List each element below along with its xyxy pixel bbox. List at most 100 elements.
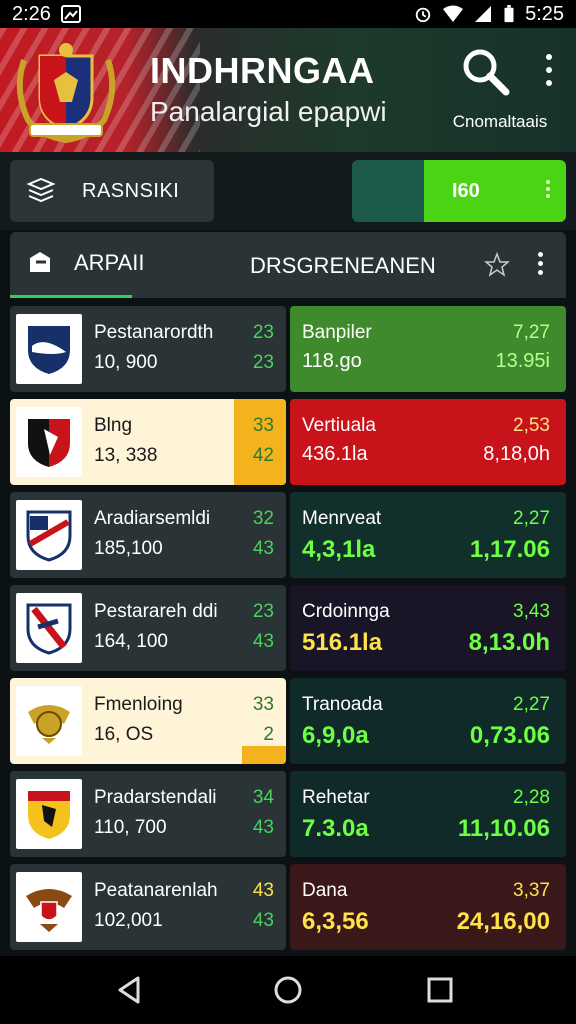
search-icon[interactable] xyxy=(460,46,512,98)
detail-value: 4,3,1la xyxy=(302,536,376,563)
list-item[interactable]: Fmenloing 16, OS 33 2 Tranoada 6,9,0a 2,… xyxy=(0,678,576,764)
detail-card[interactable]: Tranoada 6,9,0a 2,27 0,73.06 xyxy=(290,678,566,764)
detail-card[interactable]: Dana 6,3,56 3,37 24,16,00 xyxy=(290,864,566,950)
detail-percent: 2,27 xyxy=(513,508,550,529)
list-item[interactable]: Pestarareh ddi 164, 100 23 43 Crdoinnga … xyxy=(0,585,576,671)
battery-icon xyxy=(504,5,514,23)
score-pill-dark-segment xyxy=(352,160,424,222)
team-logo xyxy=(16,500,82,570)
highlight-band xyxy=(242,746,286,764)
team-count: 164, 100 xyxy=(94,631,168,652)
detail-card[interactable]: Banpiler 118.go 7,27 13.95i xyxy=(290,306,566,392)
status-bar: 2:26 5:25 xyxy=(0,0,576,28)
filter-button[interactable]: RASNSIKI xyxy=(10,160,214,222)
team-stat-2: 2 xyxy=(263,724,274,745)
team-stat-1: 43 xyxy=(252,880,274,901)
team-stat-2: 42 xyxy=(252,445,274,466)
active-tab-indicator xyxy=(10,295,132,298)
list-item[interactable]: Aradiarsemldi 185,100 32 43 Menrveat 4,3… xyxy=(0,492,576,578)
detail-card[interactable]: Vertiuala 436.1la 2,53 8,18,0h xyxy=(290,399,566,485)
team-logo xyxy=(16,593,82,663)
wifi-icon xyxy=(443,5,464,22)
team-card[interactable]: Pradarstendali 110, 700 34 43 xyxy=(10,771,286,857)
status-time-left: 2:26 xyxy=(12,2,51,25)
tab-drsgreneanen[interactable]: DRSGRENEANEN xyxy=(250,253,436,279)
detail-value: 516.1la xyxy=(302,629,383,656)
detail-card[interactable]: Menrveat 4,3,1la 2,27 1,17.06 xyxy=(290,492,566,578)
list-item[interactable]: Peatanarenlah 102,001 43 43 Dana 6,3,56 … xyxy=(0,864,576,950)
detail-value: 436.1la xyxy=(302,443,368,465)
detail-percent: 3,37 xyxy=(513,880,550,901)
app-title: INDHRNGAA xyxy=(150,50,375,91)
list-item[interactable]: Pestanarordth 10, 900 23 23 Banpiler 118… xyxy=(0,306,576,392)
detail-value: 6,3,56 xyxy=(302,908,369,935)
tab-bar: ARPAII DRSGRENEANEN xyxy=(10,232,566,298)
score-pill[interactable]: I60 xyxy=(352,160,566,222)
detail-total: 24,16,00 xyxy=(456,908,550,935)
back-icon[interactable] xyxy=(114,974,146,1006)
detail-total: 8,13.0h xyxy=(468,629,550,656)
list-item[interactable]: Blng 13, 338 33 42 Vertiuala 436.1la 2,5… xyxy=(0,399,576,485)
team-card[interactable]: Fmenloing 16, OS 33 2 xyxy=(10,678,286,764)
team-card[interactable]: Peatanarenlah 102,001 43 43 xyxy=(10,864,286,950)
detail-percent: 3,43 xyxy=(513,601,550,622)
crest-logo-icon xyxy=(16,43,116,144)
team-stat-2: 43 xyxy=(252,631,274,652)
home-icon[interactable] xyxy=(272,974,304,1006)
score-pill-value-segment: I60 xyxy=(424,160,566,222)
garuda-emblem-icon xyxy=(28,705,70,744)
team-card[interactable]: Aradiarsemldi 185,100 32 43 xyxy=(10,492,286,578)
team-count: 16, OS xyxy=(94,724,154,745)
list-item[interactable]: Pradarstendali 110, 700 34 43 Rehetar 7.… xyxy=(0,771,576,857)
detail-card[interactable]: Crdoinnga 516.1la 3,43 8,13.0h xyxy=(290,585,566,671)
team-name: Fmenloing xyxy=(94,694,183,715)
app-header: INDHRNGAA Panalargial epapwi Cnomaltaais xyxy=(0,28,576,152)
highlight-band xyxy=(234,399,286,485)
star-icon[interactable] xyxy=(484,252,510,278)
signal-icon xyxy=(475,6,492,22)
team-stat-1: 23 xyxy=(252,601,274,622)
overflow-menu-button[interactable] xyxy=(536,50,562,90)
tab-arpaii-label: ARPAII xyxy=(74,250,145,275)
score-value: I60 xyxy=(452,179,480,202)
team-stat-1: 34 xyxy=(252,787,274,808)
score-more-icon[interactable] xyxy=(546,180,550,198)
garuda-emblem-icon xyxy=(26,889,72,932)
layers-icon xyxy=(26,178,56,203)
detail-name: Crdoinnga xyxy=(302,601,390,622)
app-subtitle: Panalargial epapwi xyxy=(150,96,387,127)
team-card[interactable]: Pestanarordth 10, 900 23 23 xyxy=(10,306,286,392)
team-stat-2: 43 xyxy=(252,538,274,559)
detail-card[interactable]: Rehetar 7.3.0a 2,28 11,10.06 xyxy=(290,771,566,857)
filter-label: RASNSIKI xyxy=(82,179,180,202)
team-logo xyxy=(16,314,82,384)
team-logo xyxy=(16,686,82,756)
detail-name: Menrveat xyxy=(302,508,382,529)
detail-percent: 2,28 xyxy=(513,787,550,808)
team-name: Blng xyxy=(94,415,133,436)
tab-more-icon[interactable] xyxy=(538,252,543,275)
team-stat-1: 33 xyxy=(252,694,274,715)
team-count: 102,001 xyxy=(94,910,163,931)
detail-total: 11,10.06 xyxy=(457,815,550,842)
detail-percent: 2,53 xyxy=(513,415,550,436)
photo-notification-icon xyxy=(60,5,81,23)
header-action-label[interactable]: Cnomaltaais xyxy=(440,112,560,132)
recents-icon[interactable] xyxy=(424,974,456,1006)
team-name: Peatanarenlah xyxy=(94,880,218,901)
detail-value: 118.go xyxy=(302,350,362,372)
tab-arpaii[interactable]: ARPAII xyxy=(26,250,145,276)
detail-total: 8,18,0h xyxy=(483,443,550,465)
status-time-right: 5:25 xyxy=(525,2,564,25)
team-count: 13, 338 xyxy=(94,445,158,466)
team-card[interactable]: Pestarareh ddi 164, 100 23 43 xyxy=(10,585,286,671)
detail-percent: 7,27 xyxy=(513,322,550,343)
shield-logo-icon xyxy=(26,510,72,562)
team-logo xyxy=(16,872,82,942)
team-card[interactable]: Blng 13, 338 33 42 xyxy=(10,399,286,485)
detail-name: Dana xyxy=(302,880,348,901)
shield-logo-icon xyxy=(28,326,70,374)
system-nav-bar xyxy=(0,956,576,1024)
detail-value: 7.3.0a xyxy=(302,815,369,842)
team-logo xyxy=(16,407,82,477)
